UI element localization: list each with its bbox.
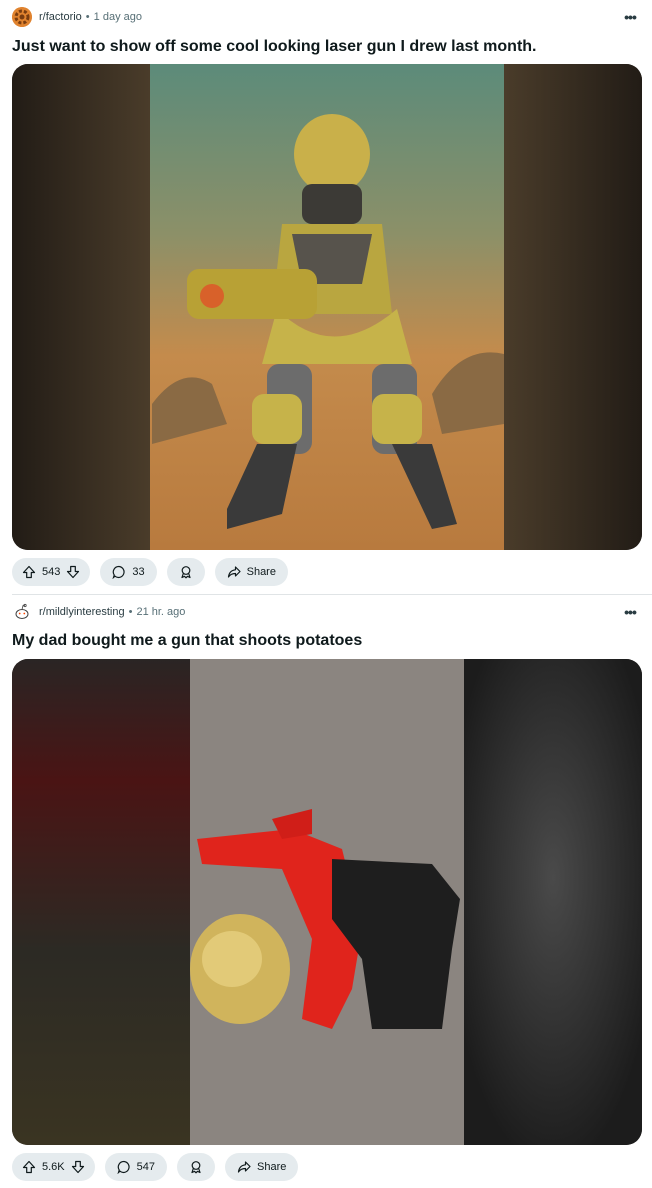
factorio-avatar-icon[interactable] (12, 7, 32, 27)
post-title[interactable]: My dad bought me a gun that shoots potat… (12, 632, 362, 650)
post-image[interactable] (12, 64, 642, 550)
more-options-button[interactable]: ••• (620, 7, 640, 27)
share-button[interactable]: Share (214, 558, 288, 586)
award-button[interactable] (166, 558, 205, 586)
comment-count: 33 (132, 566, 145, 578)
share-label: Share (257, 1161, 287, 1173)
post-image[interactable] (12, 659, 642, 1145)
meta-separator: • (85, 11, 90, 23)
post-time: 21 hr. ago (136, 606, 186, 618)
post-actions: 5.6K 547 Share (12, 1153, 299, 1181)
reddit-alien-avatar-icon[interactable] (12, 602, 32, 622)
post-meta: r/factorio • 1 day ago (12, 7, 142, 27)
laser-gun-drawing (12, 64, 642, 550)
subreddit-link[interactable]: r/factorio (39, 11, 82, 23)
comment-icon (112, 565, 126, 579)
share-icon (227, 565, 241, 579)
subreddit-link[interactable]: r/mildlyinteresting (39, 606, 125, 618)
downvote-icon[interactable] (66, 565, 80, 579)
share-button[interactable]: Share (225, 1153, 299, 1181)
comment-icon (117, 1160, 131, 1174)
vote-count: 5.6K (42, 1161, 65, 1173)
upvote-icon[interactable] (22, 565, 36, 579)
downvote-icon[interactable] (71, 1160, 85, 1174)
share-label: Share (246, 566, 276, 578)
share-icon (237, 1160, 251, 1174)
award-button[interactable] (177, 1153, 215, 1181)
comments-button[interactable]: 33 (100, 558, 157, 586)
post-actions: 543 33 Share (12, 558, 288, 586)
award-icon (179, 565, 193, 579)
post-title[interactable]: Just want to show off some cool looking … (12, 38, 537, 56)
post-divider (12, 594, 652, 595)
award-icon (189, 1160, 203, 1174)
post-meta: r/mildlyinteresting • 21 hr. ago (12, 602, 185, 622)
meta-separator: • (128, 606, 133, 618)
comments-button[interactable]: 547 (104, 1153, 167, 1181)
vote-count: 543 (42, 566, 61, 578)
comment-count: 547 (136, 1161, 155, 1173)
more-options-button[interactable]: ••• (620, 602, 640, 622)
post-time: 1 day ago (93, 11, 142, 23)
vote-control: 5.6K (12, 1153, 95, 1181)
upvote-icon[interactable] (22, 1160, 36, 1174)
potato-gun-photo (12, 659, 642, 1145)
vote-control: 543 (12, 558, 91, 586)
